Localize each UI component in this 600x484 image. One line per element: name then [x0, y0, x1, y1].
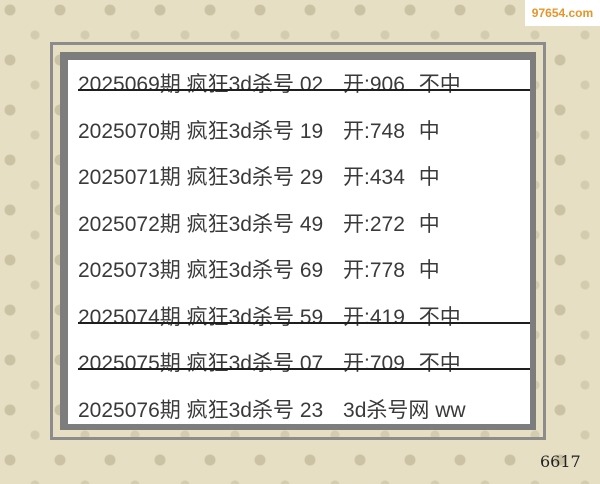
results-list: 2025069期 疯狂3d杀号 02 开:906 不中 2025070期 疯狂3…	[78, 60, 530, 424]
result-row: 2025074期 疯狂3d杀号 59 开:419 不中	[78, 295, 530, 342]
row-status: 中	[418, 119, 440, 143]
row-draw-result: 开:748	[343, 119, 405, 143]
row-period: 2025069期	[78, 73, 181, 96]
row-period: 2025072期	[78, 212, 181, 236]
strikethrough-line	[78, 368, 530, 370]
watermark-logo: 97654.com	[525, 0, 600, 26]
row-title: 疯狂3d杀号	[186, 259, 294, 282]
row-kill-number: 23	[299, 398, 324, 422]
row-status: 中	[418, 166, 440, 189]
strikethrough-line	[78, 89, 530, 91]
result-row: 2025073期 疯狂3d杀号 69 开:778 中	[78, 248, 530, 295]
row-draw-result: 开:419	[343, 305, 405, 329]
row-draw-result: 3d杀号网 ww	[343, 398, 466, 422]
row-title: 疯狂3d杀号	[186, 119, 294, 143]
row-kill-number: 49	[299, 212, 324, 236]
row-draw-result: 开:778	[343, 259, 405, 282]
result-row: 2025069期 疯狂3d杀号 02 开:906 不中	[78, 62, 530, 109]
row-draw-result: 开:709	[343, 352, 405, 375]
row-kill-number: 59	[299, 305, 324, 329]
row-title: 疯狂3d杀号	[186, 212, 294, 236]
row-title: 疯狂3d杀号	[186, 352, 294, 375]
row-kill-number: 19	[299, 119, 324, 143]
results-panel: 2025069期 疯狂3d杀号 02 开:906 不中 2025070期 疯狂3…	[68, 60, 530, 424]
row-period: 2025076期	[78, 398, 181, 422]
strikethrough-line	[78, 321, 530, 324]
row-kill-number: 29	[299, 166, 324, 189]
row-period: 2025075期	[78, 352, 181, 375]
row-status: 不中	[418, 73, 461, 96]
row-title: 疯狂3d杀号	[186, 166, 294, 189]
row-status: 中	[418, 212, 440, 236]
row-period: 2025074期	[78, 305, 181, 329]
page-number: 6617	[540, 452, 581, 471]
result-row: 2025070期 疯狂3d杀号 19 开:748 中	[78, 109, 530, 156]
row-draw-result: 开:434	[343, 166, 405, 189]
result-row: 2025076期 疯狂3d杀号 23 3d杀号网 ww	[78, 388, 530, 425]
result-row: 2025075期 疯狂3d杀号 07 开:709 不中	[78, 341, 530, 388]
row-period: 2025073期	[78, 259, 181, 282]
row-period: 2025071期	[78, 166, 181, 189]
row-title: 疯狂3d杀号	[186, 398, 294, 422]
row-kill-number: 07	[299, 352, 324, 375]
result-row: 2025072期 疯狂3d杀号 49 开:272 中	[78, 202, 530, 249]
row-draw-result: 开:272	[343, 212, 405, 236]
row-draw-result: 开:906	[343, 73, 405, 96]
row-status: 中	[418, 259, 440, 282]
result-row: 2025071期 疯狂3d杀号 29 开:434 中	[78, 155, 530, 202]
row-title: 疯狂3d杀号	[186, 73, 294, 96]
row-kill-number: 02	[299, 73, 324, 96]
row-status: 不中	[418, 305, 461, 329]
row-period: 2025070期	[78, 119, 181, 143]
row-status: 不中	[418, 352, 461, 375]
row-kill-number: 69	[299, 259, 324, 282]
row-title: 疯狂3d杀号	[186, 305, 294, 329]
